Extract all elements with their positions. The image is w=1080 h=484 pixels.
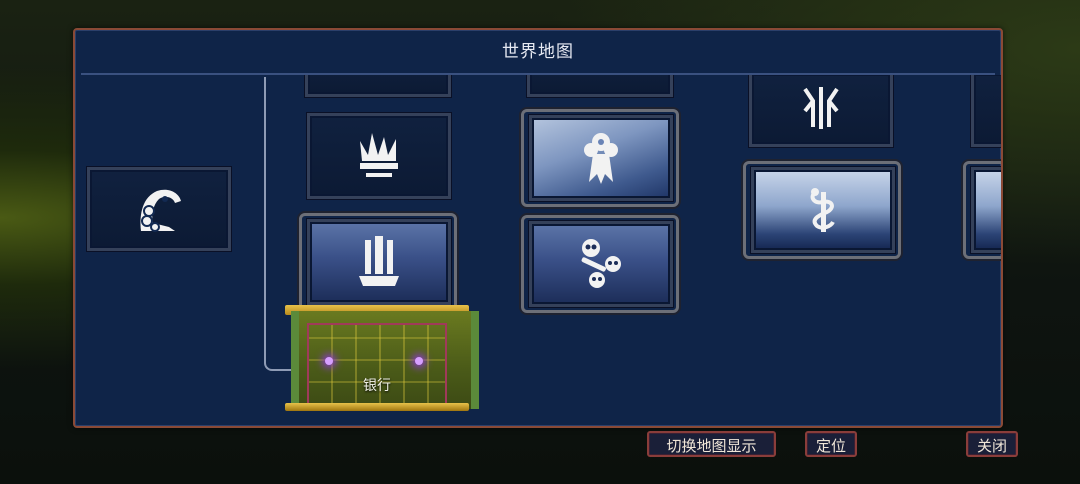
serpent-sword-icon (810, 188, 835, 232)
bank-lamp-left (325, 357, 333, 365)
map-viewport[interactable]: 银行 (75, 75, 1001, 426)
room-tile-serpent-sword[interactable] (751, 167, 895, 253)
room-tile-left[interactable] (87, 167, 231, 251)
skulls-and-bones-icon (581, 239, 621, 288)
room-tile-top-partial-1[interactable] (305, 75, 451, 97)
room-tile-far-right-top[interactable] (971, 75, 1001, 147)
room-tile-fungus[interactable] (529, 115, 673, 201)
world-map-panel: 世界地图 银行 (73, 28, 1003, 428)
close-button[interactable]: 关闭 (966, 431, 1018, 457)
room-tile-top-partial-2[interactable] (527, 75, 673, 97)
crown-icon (360, 133, 398, 177)
tentacle-beast-icon (140, 189, 181, 232)
map-connector-line (264, 77, 292, 371)
bank-room-label: 银行 (363, 378, 391, 394)
locate-button[interactable]: 定位 (805, 431, 857, 457)
rune-tree-icon (803, 87, 839, 129)
room-tile-ossuary[interactable] (529, 221, 673, 307)
room-tile-rune[interactable] (749, 75, 893, 147)
bank-lamp-right (415, 357, 423, 365)
switch-map-display-button[interactable]: 切换地图显示 (647, 431, 776, 457)
bank-floor (285, 403, 469, 411)
room-tile-grave[interactable] (307, 219, 451, 305)
room-tile-crown[interactable] (307, 113, 451, 199)
room-tile-far-right[interactable] (971, 167, 1001, 253)
tombstone-pillar-icon (359, 236, 399, 286)
world-map-title: 世界地图 (502, 42, 574, 62)
mushroom-creature-icon (584, 133, 618, 184)
